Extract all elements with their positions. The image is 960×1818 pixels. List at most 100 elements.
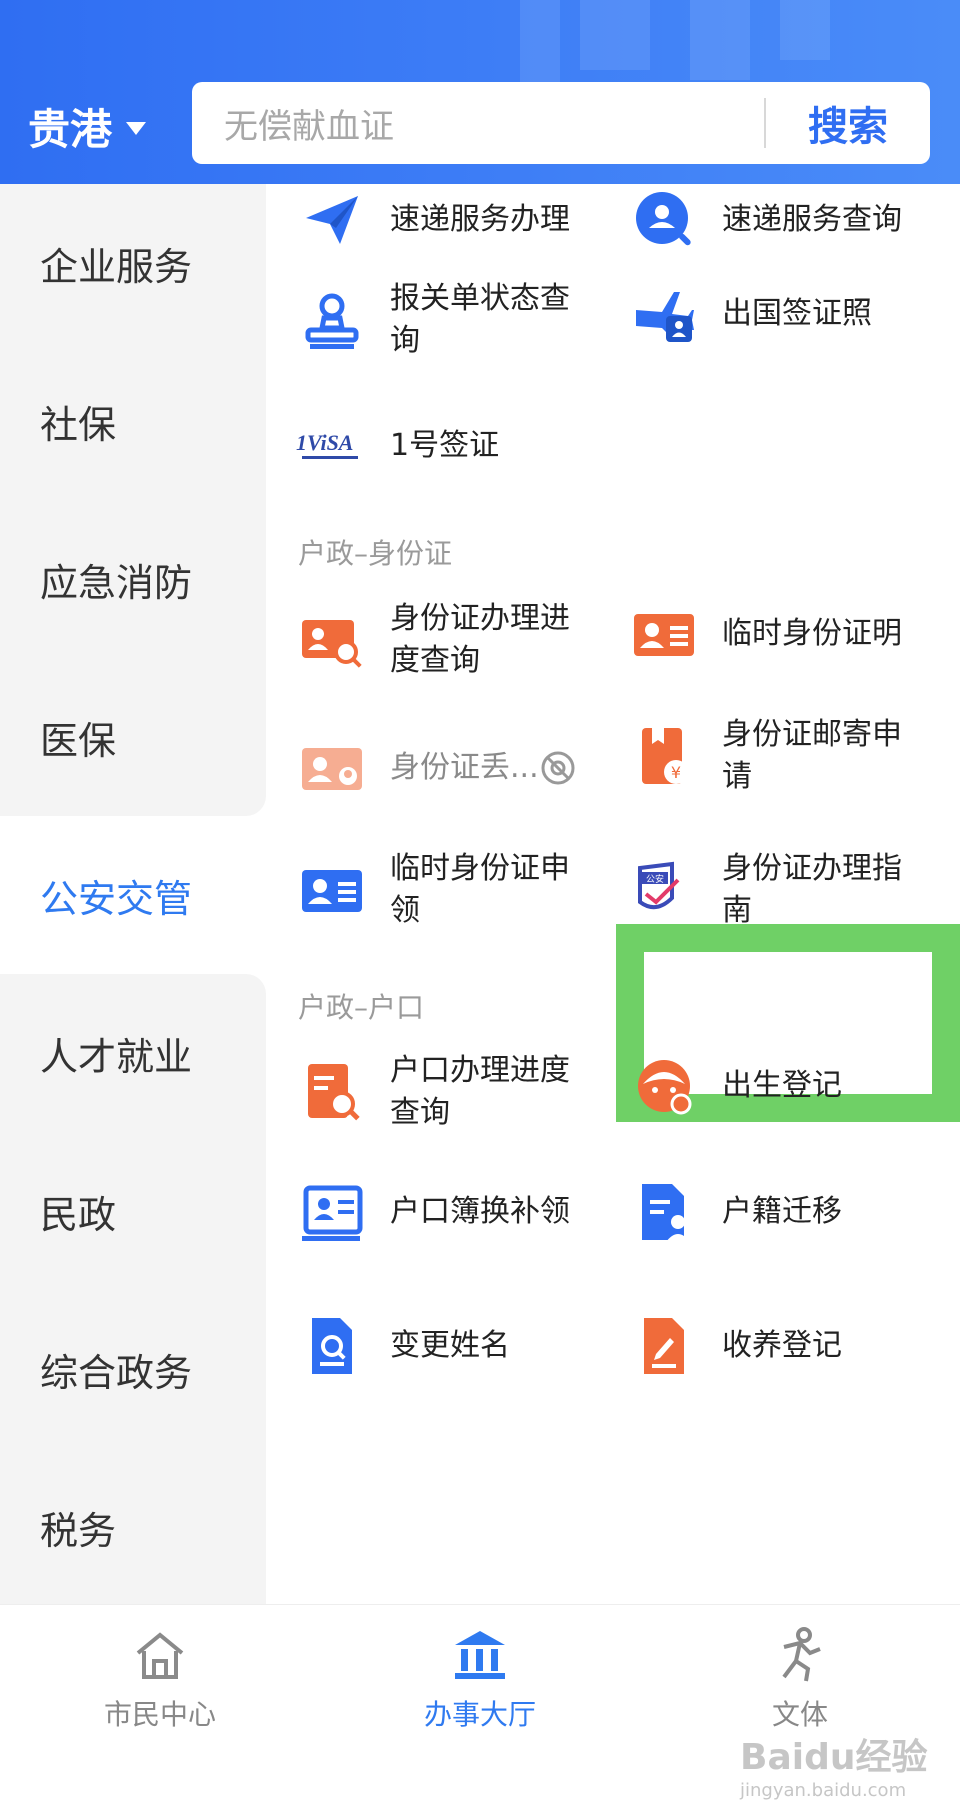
header-decoration [690,0,750,80]
sidebar-item-label: 人才就业 [40,1034,193,1079]
police-shield-icon: 公安 [628,854,700,926]
service-label: 收养登记 [722,1328,842,1363]
search-button[interactable]: 搜索 [766,94,930,152]
baidu-watermark: Baidu经验 jingyan.baidu.com [740,1728,927,1801]
service-temp-id-apply[interactable]: 临时身份证申领 [296,848,628,932]
user-search-icon [628,184,700,256]
tab-citizen-center[interactable]: 市民中心 [60,1625,260,1733]
service-change-name[interactable]: 变更姓名 [296,1310,628,1382]
service-label: 身份证丢... [390,750,539,785]
section-title-id-card: 户政–身份证 [298,537,453,570]
tab-label: 市民中心 [103,1698,216,1731]
service-hukou-booklet[interactable]: 户口簿换补领 [296,1176,628,1248]
stamp-icon [296,284,368,356]
sidebar-item-label: 企业服务 [40,244,193,289]
sidebar-item-enterprise[interactable]: 企业服务 [0,184,266,342]
service-label: 出国签证照 [722,296,872,331]
service-express-handle[interactable]: 速递服务办理 [296,184,628,256]
mail-yuan-icon: ¥ [628,720,700,792]
hall-icon [450,1625,510,1685]
watermark-text: Baidu经验 [740,1737,928,1778]
header-decoration [520,0,560,90]
service-id-guide[interactable]: 公安 身份证办理指南 [628,848,960,932]
service-label: 变更姓名 [390,1328,510,1363]
doc-search-icon [296,1056,368,1128]
sidebar-item-medical[interactable]: 医保 [0,658,266,816]
service-id-progress[interactable]: 身份证办理进度查询 [296,598,628,682]
tab-culture-sports[interactable]: 文体 [700,1625,900,1733]
1visa-logo-icon: 1ViSA [296,410,368,482]
watermark-url: jingyan.baidu.com [740,1780,907,1801]
service-birth-registration[interactable]: 出生登记 [628,1050,960,1122]
id-card-search-icon [296,604,368,676]
sidebar-item-label: 公安交管 [40,876,193,921]
top-header: 贵港 无偿献血证 搜索 [0,0,960,184]
service-hukou-migration[interactable]: 户籍迁移 [628,1176,960,1248]
paper-plane-icon [296,184,368,256]
id-card-icon [628,598,700,670]
service-label: 身份证办理进度查询 [390,601,570,678]
service-label: 身份证办理指南 [722,851,902,928]
sidebar-item-label: 医保 [40,718,117,763]
service-label: 速递服务办理 [390,202,570,237]
baby-face-icon [628,1050,700,1122]
header-decoration [580,0,650,70]
service-1visa[interactable]: 1ViSA 1号签证 [296,410,628,482]
sidebar-item-social-security[interactable]: 社保 [0,342,266,500]
sidebar-item-general-affairs[interactable]: 综合政务 [0,1290,266,1448]
service-label: 1号签证 [390,428,500,463]
home-icon [130,1625,190,1685]
sidebar-item-label: 税务 [40,1508,117,1553]
sidebar-item-talent[interactable]: 人才就业 [0,974,266,1132]
search-bar[interactable]: 无偿献血证 搜索 [192,82,930,164]
service-hukou-progress[interactable]: 户口办理进度查询 [296,1050,628,1134]
sidebar-item-label: 应急消防 [40,560,193,605]
tab-label: 办事大厅 [423,1698,536,1731]
sidebar-item-label: 民政 [40,1192,117,1237]
service-label: 临时身份证申领 [390,851,570,928]
service-label: 户口簿换补领 [390,1194,570,1229]
id-card-person-icon [296,732,368,804]
service-id-lost[interactable]: 身份证丢... [296,732,628,804]
doc-person-icon [628,1176,700,1248]
sidebar-item-label: 社保 [40,402,117,447]
tab-label: 文体 [771,1698,828,1731]
sidebar-item-civil-affairs[interactable]: 民政 [0,1132,266,1290]
runner-icon [770,1625,830,1685]
section-title-hukou: 户政–户口 [298,991,425,1024]
service-express-query[interactable]: 速递服务查询 [628,184,960,256]
service-label: 户口办理进度查询 [390,1053,570,1130]
svg-text:公安: 公安 [646,873,664,885]
header-decoration [780,0,830,60]
caret-down-icon [126,122,147,135]
service-list: 速递服务办理 速递服务查询 报关单状态查询 出国签证照 1ViSA 1号签证 户… [266,184,960,1604]
doc-pen-icon [628,1310,700,1382]
service-id-mail[interactable]: ¥ 身份证邮寄申请 [628,714,960,798]
unavailable-icon [540,750,576,786]
service-label: 临时身份证明 [722,616,902,651]
svg-text:1ViSA: 1ViSA [296,430,353,455]
svg-text:¥: ¥ [671,763,681,782]
service-customs-query[interactable]: 报关单状态查询 [296,278,628,362]
service-label: 户籍迁移 [722,1194,842,1229]
doc-magnifier-icon [296,1310,368,1382]
search-input[interactable]: 无偿献血证 [192,99,764,148]
category-sidebar: 企业服务 社保 应急消防 医保 公安交管 人才就业 民政 综合政务 税务 [0,184,266,1606]
city-name: 贵港 [28,105,113,154]
service-label: 速递服务查询 [722,202,902,237]
sidebar-item-police-traffic[interactable]: 公安交管 [0,816,266,974]
service-adoption-registration[interactable]: 收养登记 [628,1310,960,1382]
plane-person-icon [628,278,700,350]
sidebar-item-emergency[interactable]: 应急消防 [0,500,266,658]
city-selector[interactable]: 贵港 [28,96,147,157]
service-temp-id-proof[interactable]: 临时身份证明 [628,598,960,670]
sidebar-item-label: 综合政务 [40,1350,193,1395]
booklet-icon [296,1176,368,1248]
service-label: 出生登记 [722,1068,842,1103]
sidebar-item-tax[interactable]: 税务 [0,1448,266,1606]
id-card-blue-icon [296,854,368,926]
service-label: 报关单状态查询 [390,281,570,358]
service-visa-photo[interactable]: 出国签证照 [628,278,960,350]
tab-service-hall[interactable]: 办事大厅 [380,1625,580,1733]
service-label: 身份证邮寄申请 [722,717,902,794]
